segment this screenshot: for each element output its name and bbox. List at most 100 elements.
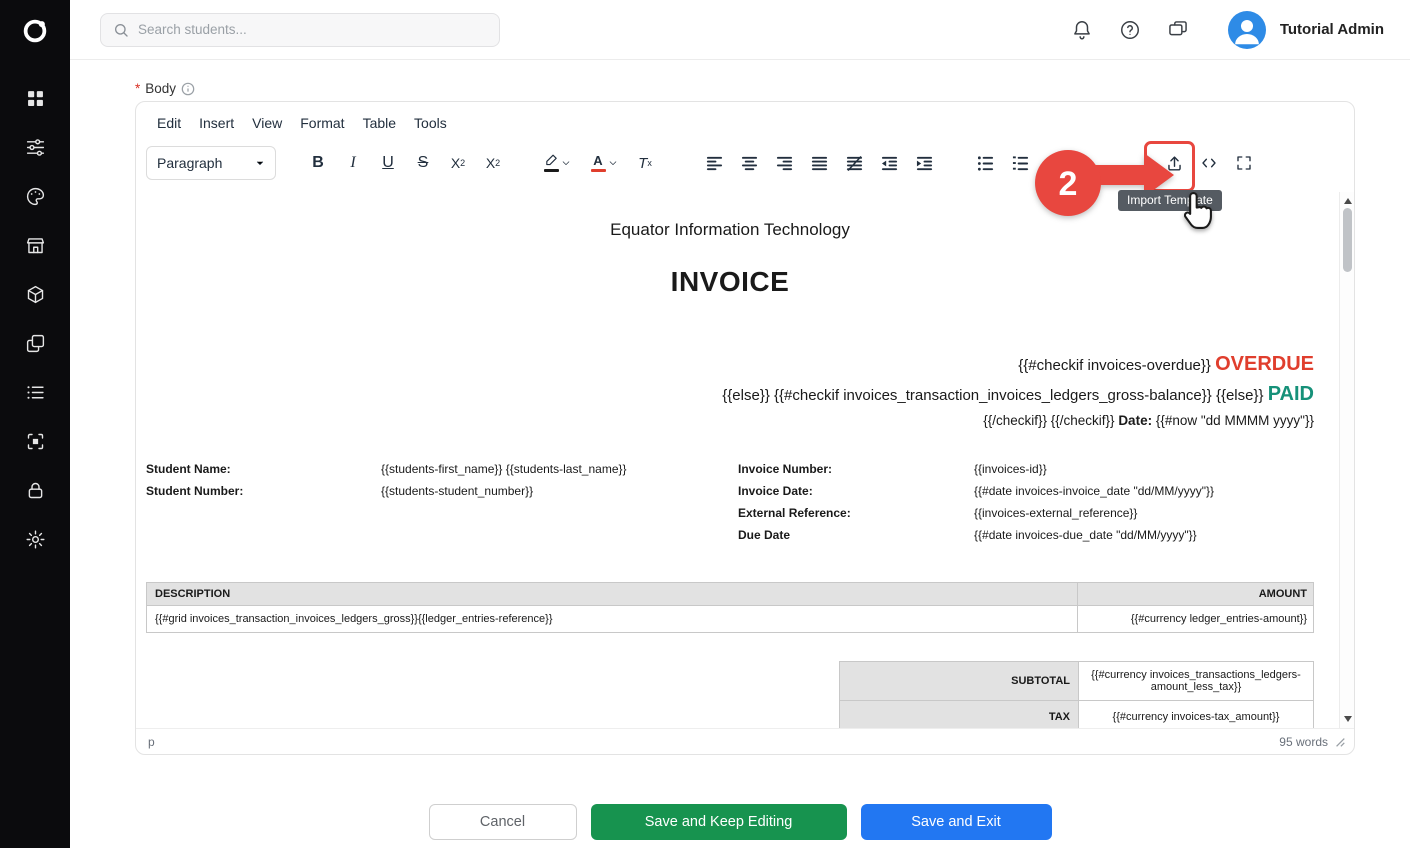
editor-menubar: Edit Insert View Format Table Tools — [136, 102, 1354, 140]
sidebar-item-system-settings[interactable] — [0, 515, 70, 564]
student-fields: Student Name:{{students-first_name}} {{s… — [146, 458, 738, 546]
subscript-button[interactable]: X2 — [441, 146, 475, 180]
line-items-table: DESCRIPTION AMOUNT {{#grid invoices_tran… — [146, 582, 1314, 633]
outdent-button[interactable] — [872, 146, 906, 180]
bell-icon — [1071, 19, 1093, 41]
sidebar-item-theme[interactable] — [0, 172, 70, 221]
menu-view[interactable]: View — [243, 110, 291, 140]
fullscreen-button[interactable] — [1227, 146, 1261, 180]
editor-toolbar: Paragraph B I U S X2 X2 A — [136, 140, 1354, 192]
bullet-list-button[interactable] — [968, 146, 1002, 180]
align-justify-button[interactable] — [802, 146, 836, 180]
editor-scrollbar[interactable] — [1339, 192, 1354, 728]
menu-table[interactable]: Table — [354, 110, 405, 140]
sidebar-item-scan[interactable] — [0, 417, 70, 466]
field-value: {{students-student_number}} — [381, 480, 533, 502]
chevron-down-icon[interactable] — [561, 158, 571, 168]
avatar — [1228, 11, 1266, 49]
field-value: {{invoices-external_reference}} — [974, 502, 1137, 524]
import-template-button[interactable] — [1157, 146, 1191, 180]
fields-section: Student Name:{{students-first_name}} {{s… — [146, 458, 1314, 546]
sidebar-item-templates[interactable] — [0, 319, 70, 368]
field-label: Student Number: — [146, 480, 381, 502]
logo-icon — [20, 16, 50, 46]
sidebar-item-lists[interactable] — [0, 368, 70, 417]
save-and-exit-button[interactable]: Save and Exit — [861, 804, 1052, 840]
checkif-balance-token: {{else}} {{#checkif invoices_transaction… — [722, 387, 1263, 404]
word-count: 95 words — [1279, 735, 1328, 749]
scroll-down-arrow[interactable] — [1340, 712, 1354, 726]
chevron-down-icon[interactable] — [608, 158, 618, 168]
gear-icon — [25, 529, 46, 550]
align-right-icon — [776, 155, 793, 172]
sidebar-item-dashboard[interactable] — [0, 74, 70, 123]
scan-icon — [25, 431, 46, 452]
search-box — [100, 13, 500, 47]
alignment-group — [697, 146, 942, 180]
sidebar-item-security[interactable] — [0, 466, 70, 515]
scroll-up-arrow[interactable] — [1340, 194, 1354, 208]
body-field-label: * Body — [135, 81, 195, 96]
align-none-icon — [846, 155, 863, 172]
italic-button[interactable]: I — [336, 146, 370, 180]
invoice-fields: Invoice Number:{{invoices-id}} Invoice D… — [738, 458, 1214, 546]
menu-format[interactable]: Format — [291, 110, 353, 140]
subtotal-value: {{#currency invoices_transactions_ledger… — [1079, 662, 1314, 701]
clear-formatting-button[interactable]: Tx — [628, 146, 662, 180]
strikethrough-button[interactable]: S — [406, 146, 440, 180]
tax-row: TAX {{#currency invoices-tax_amount}} — [840, 701, 1314, 729]
sidebar — [0, 0, 70, 848]
user-name: Tutorial Admin — [1280, 21, 1384, 38]
align-justify-icon — [811, 155, 828, 172]
bold-button[interactable]: B — [301, 146, 335, 180]
sidebar-item-products[interactable] — [0, 270, 70, 319]
info-icon[interactable] — [181, 82, 195, 96]
align-center-button[interactable] — [732, 146, 766, 180]
align-right-button[interactable] — [767, 146, 801, 180]
messages-button[interactable] — [1158, 10, 1198, 50]
body-label-text: Body — [145, 81, 176, 96]
scrollbar-thumb[interactable] — [1343, 208, 1352, 272]
text-style-group: B I U S X2 X2 — [301, 146, 511, 180]
menu-insert[interactable]: Insert — [190, 110, 243, 140]
required-asterisk: * — [135, 81, 140, 96]
person-icon — [1228, 11, 1266, 49]
superscript-button[interactable]: X2 — [476, 146, 510, 180]
closing-tokens: {{/checkif}} {{/checkif}} — [983, 413, 1114, 428]
palette-icon — [25, 186, 46, 207]
resize-handle[interactable] — [1334, 736, 1346, 748]
highlight-color-button[interactable] — [534, 146, 580, 180]
description-cell: {{#grid invoices_transaction_invoices_le… — [147, 606, 1078, 633]
numbered-list-button[interactable] — [1003, 146, 1037, 180]
save-and-keep-editing-button[interactable]: Save and Keep Editing — [591, 804, 847, 840]
tax-label: TAX — [840, 701, 1079, 729]
sidebar-nav — [0, 74, 70, 564]
upload-icon — [1165, 154, 1184, 173]
copy-icon — [25, 333, 46, 354]
paragraph-format-select[interactable]: Paragraph — [146, 146, 276, 180]
numbered-list-icon — [1012, 155, 1029, 172]
editor-content-area[interactable]: Equator Information Technology INVOICE {… — [136, 192, 1354, 728]
editor-statusbar: p 95 words — [136, 728, 1354, 754]
sidebar-item-store[interactable] — [0, 221, 70, 270]
menu-edit[interactable]: Edit — [148, 110, 190, 140]
subtotal-label: SUBTOTAL — [840, 662, 1079, 701]
align-none-button[interactable] — [837, 146, 871, 180]
user-menu[interactable]: Tutorial Admin — [1228, 11, 1384, 49]
menu-tools[interactable]: Tools — [405, 110, 456, 140]
source-code-button[interactable] — [1192, 146, 1226, 180]
field-label: Due Date — [738, 524, 974, 546]
help-button[interactable] — [1110, 10, 1150, 50]
text-color-button[interactable]: A — [581, 146, 627, 180]
underline-button[interactable]: U — [371, 146, 405, 180]
totals-table: SUBTOTAL {{#currency invoices_transactio… — [839, 661, 1314, 728]
app-logo[interactable] — [0, 0, 70, 62]
search-input[interactable] — [138, 22, 487, 37]
chat-icon — [1167, 19, 1189, 41]
sidebar-item-settings-sliders[interactable] — [0, 123, 70, 172]
cancel-button[interactable]: Cancel — [429, 804, 577, 840]
align-left-button[interactable] — [697, 146, 731, 180]
highlighter-icon — [544, 154, 559, 172]
indent-button[interactable] — [907, 146, 941, 180]
notifications-button[interactable] — [1062, 10, 1102, 50]
